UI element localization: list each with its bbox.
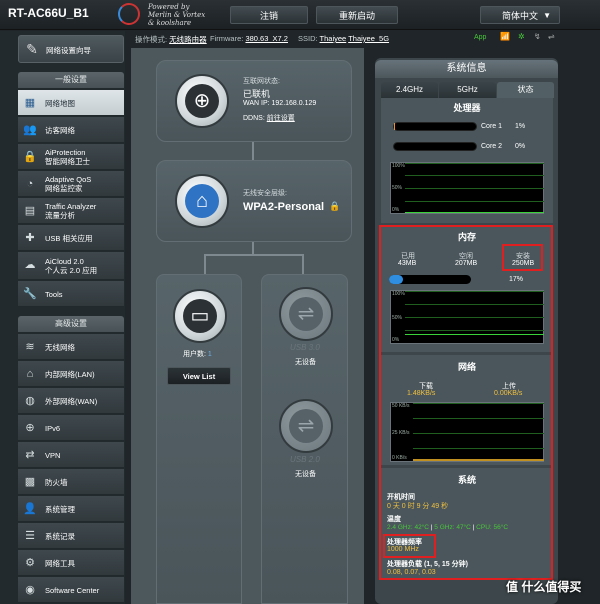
- view-list-button[interactable]: View List: [167, 367, 231, 385]
- router-card[interactable]: ⌂ 无线安全层级: WPA2-Personal 🔒: [156, 160, 352, 242]
- guest-icon: 👥: [23, 124, 37, 136]
- security-level: WPA2-Personal: [243, 201, 325, 213]
- logo-icon: [118, 3, 140, 25]
- wand-icon: ✎: [26, 41, 38, 57]
- highlight-box: [379, 225, 553, 580]
- cloud-icon: ☁: [24, 259, 36, 271]
- sidebar-item-tools[interactable]: 🔧 Tools: [18, 281, 124, 307]
- wrench-icon: 🔧: [23, 288, 37, 300]
- globe-icon: ⊕: [185, 84, 219, 118]
- monitor-icon: ▭: [183, 299, 217, 333]
- log-icon: ☰: [25, 530, 35, 542]
- chevron-down-icon: ▼: [543, 11, 551, 20]
- router-icon: ⌂: [185, 184, 219, 218]
- cpu-graph-line: [405, 212, 544, 213]
- sidebar-item-lan[interactable]: ⌂ 内部网络(LAN): [18, 361, 124, 387]
- usb-icon[interactable]: ⇌: [548, 32, 555, 41]
- advanced-settings-header: 高级设置: [18, 316, 124, 332]
- router-model: RT-AC66U_B1: [8, 6, 89, 20]
- lock-icon: 🔒: [329, 201, 341, 211]
- network-icon[interactable]: ✲: [518, 32, 525, 41]
- highlight-box: [502, 244, 543, 271]
- core1-value: 1%: [515, 123, 526, 130]
- internet-status-card[interactable]: ⊕ 互联网状态: 已联机 WAN IP: 192.168.0.129 DDNS:…: [156, 60, 352, 142]
- logout-button[interactable]: 注销: [230, 6, 308, 24]
- network-map-icon: ▦: [24, 97, 36, 109]
- sidebar-item-aiprotection[interactable]: 🔒 AiProtection 智能网络卫士: [18, 144, 124, 170]
- sidebar-item-software-center[interactable]: ◉ Software Center: [18, 577, 124, 603]
- admin-icon: 👤: [23, 503, 37, 515]
- general-settings-header: 一般设置: [18, 72, 124, 88]
- cpu-title: 处理器: [453, 103, 481, 113]
- connector-line: [204, 254, 304, 256]
- sidebar-item-aicloud[interactable]: ☁ AiCloud 2.0 个人云 2.0 应用: [18, 252, 124, 280]
- usb2-label: USB 2.0: [290, 455, 320, 464]
- system-info-title: 系统信息: [375, 60, 558, 78]
- reboot-button[interactable]: 重新启动: [316, 6, 398, 24]
- usb2-status: 无设备: [295, 471, 316, 478]
- core2-value: 0%: [515, 143, 526, 150]
- software-center-icon: ◉: [25, 584, 35, 596]
- ddns-settings-link[interactable]: 前往设置: [267, 115, 295, 122]
- clients-card[interactable]: ▭ 用户数: 1 View List: [156, 274, 242, 604]
- connector-line: [204, 254, 206, 274]
- firmware-link[interactable]: 380.63_X7.2: [245, 34, 288, 43]
- merlin-logo: Powered by Merlin & Vortex & koolshare: [118, 2, 208, 28]
- puzzle-icon: ✚: [25, 232, 35, 244]
- sidebar-item-administration[interactable]: 👤 系统管理: [18, 496, 124, 522]
- sidebar-item-wan[interactable]: ◍ 外部网络(WAN): [18, 388, 124, 414]
- internet-status: 已联机: [243, 89, 271, 99]
- language-select[interactable]: 简体中文 ▼: [480, 6, 560, 24]
- core2-bar: [393, 142, 477, 151]
- usb3-label: USB 3.0: [290, 343, 320, 352]
- ssid-5-link[interactable]: Thaiyee_5G: [348, 34, 389, 43]
- sidebar-item-vpn[interactable]: ⇄ VPN: [18, 442, 124, 468]
- wifi-icon[interactable]: 📶: [500, 32, 510, 41]
- tab-5ghz[interactable]: 5GHz: [439, 82, 496, 98]
- top-bar: RT-AC66U_B1 Powered by Merlin & Vortex &…: [0, 0, 600, 30]
- sidebar-item-adaptive-qos[interactable]: ◔ Adaptive QoS 网络监控家: [18, 171, 124, 197]
- network-wizard-button[interactable]: ✎ 网络设置向导: [18, 35, 124, 63]
- watermark: 值 什么值得买: [506, 580, 582, 594]
- sidebar-item-system-log[interactable]: ☰ 系统记录: [18, 523, 124, 549]
- sidebar-item-network-tools[interactable]: ⚙ 网络工具: [18, 550, 124, 576]
- wan-ip: WAN IP: 192.168.0.129: [243, 100, 317, 107]
- usb-icon: ⇌: [289, 297, 323, 331]
- usb-icon: ⇌: [289, 409, 323, 443]
- sidebar-item-network-map[interactable]: ▦ 网络地图: [18, 90, 124, 116]
- firewall-icon: ▩: [24, 476, 36, 488]
- lock-icon: 🔒: [23, 151, 37, 163]
- ssid-24-link[interactable]: Thaiyee: [320, 34, 347, 43]
- wifi-icon: ≋: [25, 341, 35, 353]
- ipv6-icon: ⊕: [25, 422, 35, 434]
- app-link[interactable]: App: [474, 34, 486, 41]
- qos-icon: ◔: [26, 178, 34, 190]
- globe-icon: ◍: [25, 395, 35, 407]
- tools-icon: ⚙: [25, 557, 35, 569]
- tab-2-4ghz[interactable]: 2.4GHz: [381, 82, 438, 98]
- sidebar-item-guest-network[interactable]: 👥 访客网络: [18, 117, 124, 143]
- connector-line: [302, 254, 304, 274]
- traffic-icon: ▤: [24, 205, 36, 217]
- cpu-graph: 100% 50% 0%: [390, 162, 544, 214]
- vpn-icon: ⇄: [25, 449, 35, 461]
- usb-card[interactable]: ⇌ USB 3.0 无设备 ⇌ USB 2.0 无设备: [261, 274, 348, 604]
- tab-status[interactable]: 状态: [497, 82, 554, 98]
- sidebar-item-firewall[interactable]: ▩ 防火墙: [18, 469, 124, 495]
- wps-icon[interactable]: ↯: [534, 32, 541, 41]
- sidebar-item-ipv6[interactable]: ⊕ IPv6: [18, 415, 124, 441]
- connector-line: [252, 142, 254, 162]
- client-count: 1: [207, 351, 212, 358]
- usb3-status: 无设备: [295, 359, 316, 366]
- sidebar-item-traffic-analyzer[interactable]: ▤ Traffic Analyzer 流量分析: [18, 198, 124, 224]
- tab-bar: 2.4GHz 5GHz 状态: [381, 82, 554, 98]
- connector-line: [252, 240, 254, 255]
- home-icon: ⌂: [26, 368, 34, 380]
- core1-bar: [393, 122, 477, 131]
- sidebar-item-usb-apps[interactable]: ✚ USB 相关应用: [18, 225, 124, 251]
- highlight-box: [383, 534, 436, 558]
- sidebar-item-wireless[interactable]: ≋ 无线网络: [18, 334, 124, 360]
- operation-mode-link[interactable]: 无线路由器: [169, 35, 207, 44]
